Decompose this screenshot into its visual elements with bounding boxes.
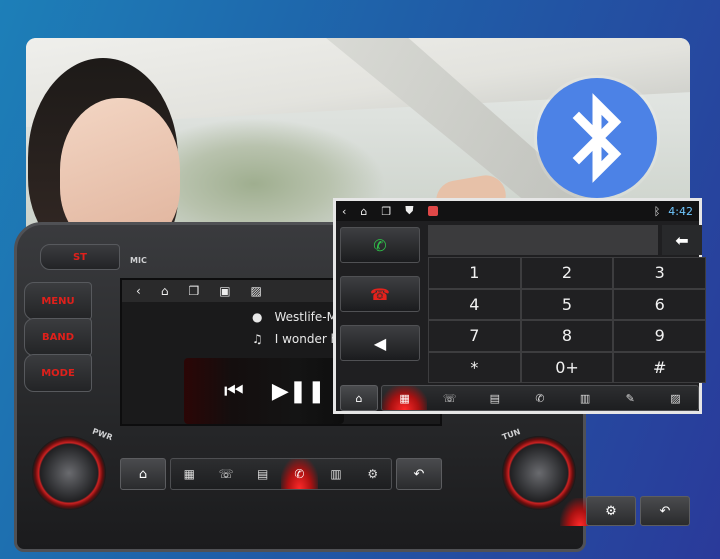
bluetooth-settings-icon[interactable]: ✎	[608, 386, 653, 410]
home-nav-icon[interactable]: ⌂	[360, 205, 367, 218]
hangup-phone-icon: ☎	[370, 284, 390, 304]
contacts-icon[interactable]: ☏	[208, 459, 245, 489]
key-0-plus[interactable]: 0+	[520, 351, 614, 383]
back-arrow-icon: ↶	[659, 503, 671, 519]
answer-call-button[interactable]: ✆	[340, 227, 420, 263]
hangup-call-button[interactable]: ☎	[340, 276, 420, 312]
screenshot-icon[interactable]: ▣	[219, 284, 230, 298]
phone-call-icon[interactable]: ✆	[281, 459, 318, 489]
band-button[interactable]: BAND	[24, 318, 92, 356]
key-hash[interactable]: #	[613, 351, 706, 383]
music-note-icon: ♫	[252, 332, 263, 346]
phonebook-icon[interactable]: ▤	[472, 386, 517, 410]
mode-button[interactable]: MODE	[24, 354, 92, 392]
key-9[interactable]: 9	[613, 320, 706, 352]
recents-nav-icon[interactable]: ❐	[381, 205, 391, 218]
key-5[interactable]: 5	[520, 288, 614, 320]
back-nav-icon[interactable]: ‹	[136, 284, 141, 298]
dock-back-button-2[interactable]: ↶	[640, 496, 690, 526]
dialer-screen: ‹ ⌂ ❐ ⛊ ᛒ 4:42 ✆ ☎ ◀ ⬅ 1 2 3 4 5 6 7 8 9…	[333, 198, 706, 414]
call-log-icon[interactable]: ▥	[563, 386, 608, 410]
call-buttons: ✆ ☎ ◀	[340, 227, 424, 374]
dialer-dock: ⌂ ▦ ☏ ▤ ✆ ▥ ✎ ▨	[336, 385, 699, 411]
song-title: I wonder h	[274, 332, 339, 346]
title-row: ♫ I wonder h	[252, 332, 338, 346]
artist-name: Westlife-M	[274, 310, 337, 324]
right-dock-fragment: ⚙ ↶	[586, 496, 690, 526]
back-icon: ↶	[413, 466, 425, 482]
backspace-arrow-icon: ⬅	[675, 230, 689, 250]
key-8[interactable]: 8	[520, 320, 614, 352]
app-badge-icon	[427, 206, 438, 216]
key-star[interactable]: *	[428, 351, 521, 383]
gallery-icon[interactable]: ▨	[251, 284, 262, 298]
phone-call-icon[interactable]: ✆	[517, 386, 562, 410]
key-4[interactable]: 4	[428, 288, 521, 320]
back-nav-icon[interactable]: ‹	[342, 205, 346, 218]
number-display[interactable]	[428, 225, 658, 255]
shield-icon: ⛊	[405, 204, 414, 217]
apps-grid-icon[interactable]: ▦	[171, 459, 208, 489]
dock-app-strip: ▦ ☏ ▤ ✆ ▥ ⚙	[170, 458, 392, 490]
home-nav-icon[interactable]: ⌂	[161, 284, 169, 298]
device-pair-icon[interactable]: ▨	[653, 386, 698, 410]
dial-keypad: 1 2 3 4 5 6 7 8 9 * 0+ #	[428, 257, 706, 383]
head-unit-dock: ⌂ ▦ ☏ ▤ ✆ ▥ ⚙ ↶	[120, 458, 442, 490]
recents-nav-icon[interactable]: ❐	[188, 284, 199, 298]
person-icon: ●	[252, 310, 263, 324]
key-2[interactable]: 2	[520, 257, 614, 289]
backspace-button[interactable]: ⬅	[662, 225, 702, 255]
bluetooth-status-icon: ᛒ	[653, 204, 661, 218]
play-pause-icon[interactable]: ▶❚❚	[272, 379, 326, 404]
dock-settings-button[interactable]: ⚙	[586, 496, 636, 526]
mode-label: MODE	[41, 367, 75, 379]
power-knob[interactable]	[32, 436, 106, 510]
call-log-icon[interactable]: ▥	[318, 459, 355, 489]
mic-label: MIC	[130, 256, 147, 265]
menu-button[interactable]: MENU	[24, 282, 92, 320]
mute-button[interactable]: ◀	[340, 325, 420, 361]
key-1[interactable]: 1	[428, 257, 521, 289]
settings-icon[interactable]: ⚙	[354, 459, 391, 489]
dialer-status-bar: ‹ ⌂ ❐ ⛊ ᛒ 4:42	[336, 201, 699, 221]
status-time: 4:42	[668, 204, 693, 218]
dock-home-button[interactable]: ⌂	[120, 458, 166, 490]
st-button[interactable]: ST	[40, 244, 120, 270]
dock-back-button[interactable]: ↶	[396, 458, 442, 490]
menu-label: MENU	[41, 295, 75, 307]
st-label: ST	[72, 251, 88, 263]
contacts-icon[interactable]: ☏	[427, 386, 472, 410]
phonebook-icon[interactable]: ▤	[244, 459, 281, 489]
dialer-app-strip: ▦ ☏ ▤ ✆ ▥ ✎ ▨	[381, 385, 699, 411]
bluetooth-logo-icon	[537, 78, 657, 198]
previous-track-icon[interactable]: ⏮	[224, 379, 244, 404]
dialer-home-button[interactable]: ⌂	[340, 385, 378, 411]
key-7[interactable]: 7	[428, 320, 521, 352]
home-icon: ⌂	[138, 466, 148, 482]
player-controls: ⏮ ▶❚❚	[184, 358, 344, 424]
band-label: BAND	[41, 331, 75, 343]
answer-phone-icon: ✆	[373, 235, 387, 255]
speaker-icon: ◀	[373, 333, 387, 353]
key-6[interactable]: 6	[613, 288, 706, 320]
key-3[interactable]: 3	[613, 257, 706, 289]
dialpad-grid-icon[interactable]: ▦	[382, 386, 428, 410]
settings-gear-icon: ⚙	[605, 503, 617, 519]
home-icon: ⌂	[355, 391, 363, 405]
artist-row: ● Westlife-M	[252, 310, 337, 324]
